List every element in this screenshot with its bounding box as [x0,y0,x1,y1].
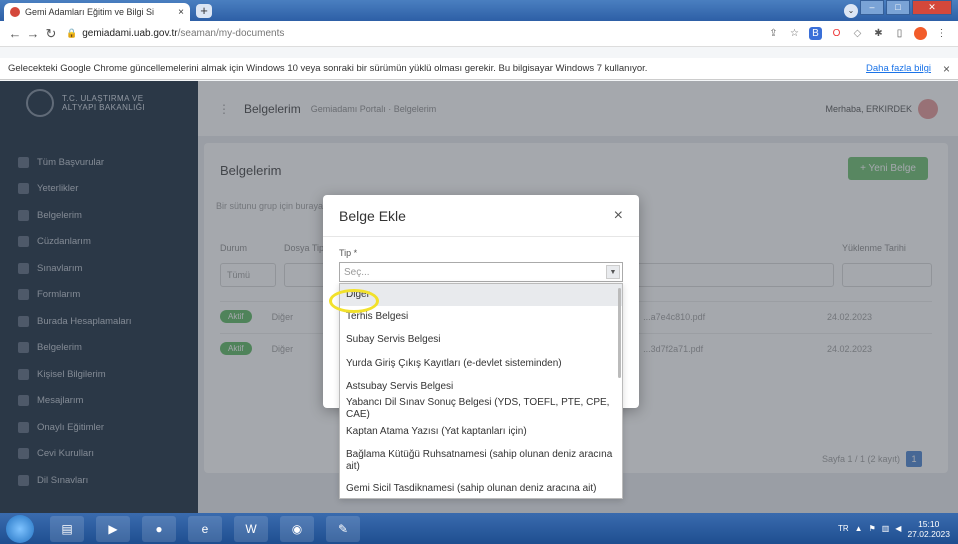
tab-close-icon[interactable]: × [178,7,184,18]
window-controls: – □ ✕ [860,0,952,15]
minimize-icon[interactable]: – [860,0,884,15]
site-favicon-icon [10,7,20,17]
profile-avatar-icon[interactable] [914,27,927,40]
highlight-circle [329,289,379,313]
network-icon[interactable]: ▥ [882,524,890,533]
windows-taskbar: ▤ ▶ ● e W ◉ ✎ TR ▲ ⚑ ▥ ◀ 15:10 27.02.202… [0,513,958,544]
extension-icons: ⇪ ☆ B O ◇ ✱ ▯ ⋮ [767,27,948,40]
chrome-menu-icon[interactable]: ⋮ [935,27,948,40]
volume-icon[interactable]: ◀ [895,524,901,533]
chrome-profile-icon[interactable]: ⌄ [844,4,858,18]
clock[interactable]: 15:10 27.02.2023 [907,519,950,539]
start-button-icon[interactable] [6,514,34,543]
tray-expand-icon[interactable]: ▲ [855,524,863,533]
flag-icon[interactable]: ⚑ [869,524,876,533]
dropdown-option[interactable]: Astsubay Servis Belgesi [340,376,622,398]
window-close-icon[interactable]: ✕ [912,0,952,15]
clock-date: 27.02.2023 [907,528,950,539]
paint-icon[interactable]: ✎ [326,515,360,542]
file-explorer-icon[interactable]: ▤ [50,515,84,542]
modal-title: Belge Ekle [339,207,406,224]
chevron-down-icon[interactable]: ▼ [606,265,620,279]
dropdown-option-diger[interactable]: Diğer [340,284,622,306]
url-path: /seaman/my-documents [177,28,285,39]
firefox-icon[interactable]: ● [142,515,176,542]
dropdown-option[interactable]: Yurda Giriş Çıkış Kayıtları (e-devlet si… [340,352,622,376]
word-icon[interactable]: W [234,515,268,542]
language-indicator[interactable]: TR [838,524,849,533]
sidepanel-icon[interactable]: ▯ [893,27,906,40]
dropdown-option[interactable]: Terhis Belgesi [340,306,622,328]
internet-explorer-icon[interactable]: e [188,515,222,542]
dropdown-option[interactable]: Gemi Sicil Tasdiknamesi (sahip olunan de… [340,478,622,498]
dropdown-scrollbar[interactable] [618,288,621,378]
dropdown-option[interactable]: Yabancı Dil Sınav Sonuç Belgesi (YDS, TO… [340,397,622,420]
back-icon[interactable]: ← [6,26,24,41]
dropdown-option[interactable]: Bağlama Kütüğü Ruhsatnamesi (sahip oluna… [340,444,622,478]
new-tab-button[interactable]: + [196,4,212,18]
forward-icon[interactable]: → [24,26,42,41]
opera-icon[interactable]: O [830,27,843,40]
url-host: gemiadami.uab.gov.tr [82,28,178,39]
media-player-icon[interactable]: ▶ [96,515,130,542]
browser-tab[interactable]: Gemi Adamları Eğitim ve Bilgi Si × [4,3,190,21]
chrome-icon[interactable]: ◉ [280,515,314,542]
info-bar-close-icon[interactable]: × [943,62,950,76]
clock-time: 15:10 [918,518,940,529]
extension-b-icon[interactable]: B [809,27,822,40]
info-bar-message: Gelecekteki Google Chrome güncellemeleri… [8,63,648,74]
dropdown-option[interactable]: Kaptan Atama Yazısı (Yat kaptanları için… [340,420,622,444]
browser-toolbar: ← → ↻ 🔒 gemiadami.uab.gov.tr /seaman/my-… [0,21,958,47]
address-bar[interactable]: 🔒 gemiadami.uab.gov.tr /seaman/my-docume… [66,24,767,44]
taskbar-apps: ▤ ▶ ● e W ◉ ✎ [50,515,360,542]
info-bar-more-link[interactable]: Daha fazla bilgi [866,63,931,74]
chrome-info-bar: Gelecekteki Google Chrome güncellemeleri… [0,58,958,80]
shield-extension-icon[interactable]: ◇ [851,27,864,40]
lock-icon: 🔒 [66,28,78,38]
share-icon[interactable]: ⇪ [767,27,780,40]
type-field-label: Tip * [339,248,358,258]
tab-title: Gemi Adamları Eğitim ve Bilgi Si [25,7,155,17]
maximize-icon[interactable]: □ [886,0,910,15]
browser-tab-strip: Gemi Adamları Eğitim ve Bilgi Si × + ⌄ –… [0,0,958,21]
type-dropdown-list: Diğer Terhis Belgesi Subay Servis Belges… [339,283,623,499]
system-tray: TR ▲ ⚑ ▥ ◀ 15:10 27.02.2023 [838,519,958,539]
type-select-placeholder: Seç... [344,266,370,278]
dropdown-option[interactable]: Subay Servis Belgesi [340,328,622,352]
type-select[interactable]: Seç... ▼ [339,262,623,282]
modal-header: Belge Ekle × [323,195,639,237]
reload-icon[interactable]: ↻ [42,26,60,42]
puzzle-extensions-icon[interactable]: ✱ [872,27,885,40]
modal-close-icon[interactable]: × [614,207,623,225]
bookmark-star-icon[interactable]: ☆ [788,27,801,40]
